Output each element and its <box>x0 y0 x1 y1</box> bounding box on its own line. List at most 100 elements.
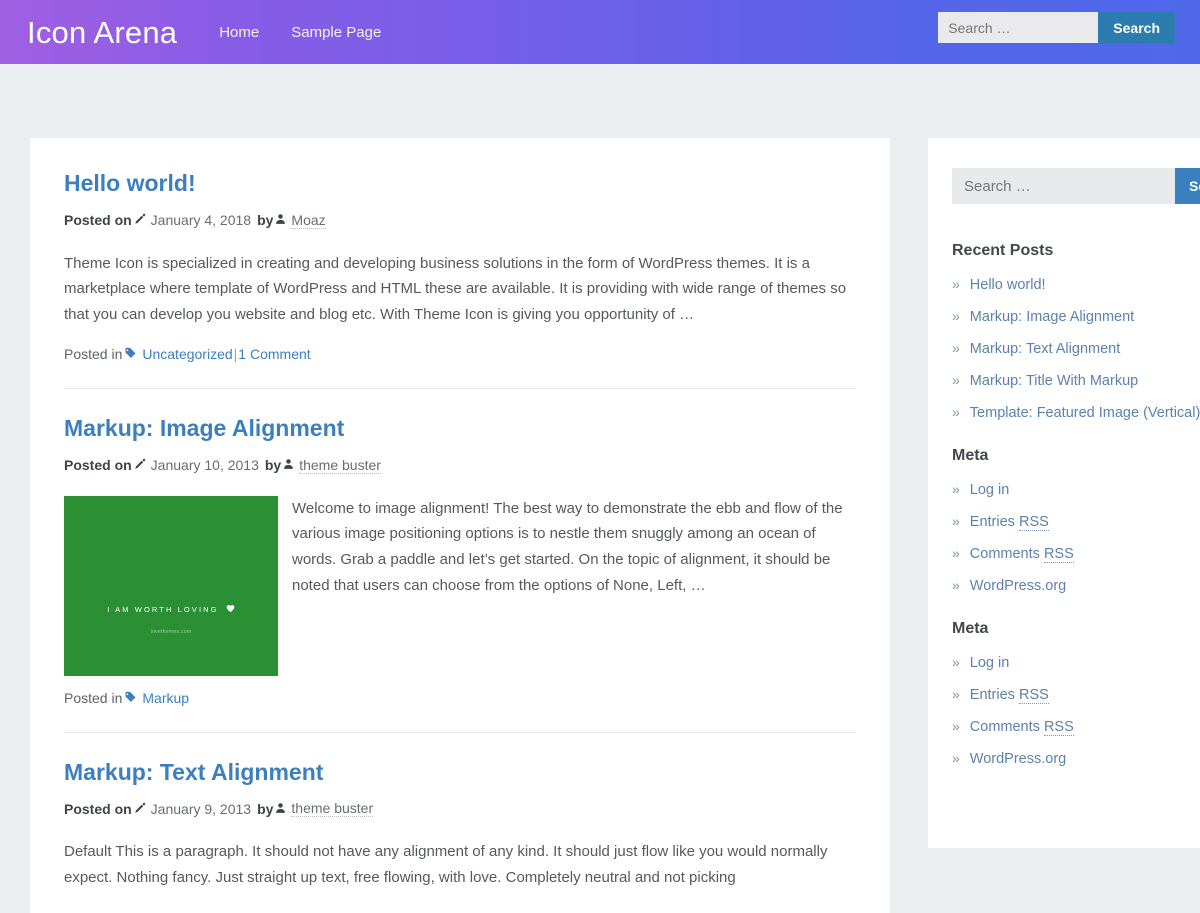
header-search-form: Search <box>938 12 1175 43</box>
posted-in-label: Posted in <box>64 689 123 706</box>
recent-post-link[interactable]: Hello world! <box>970 277 1046 293</box>
post-category-link[interactable]: Uncategorized <box>142 346 232 362</box>
rss-abbr: RSS <box>1043 546 1074 563</box>
chevron-double-right-icon: » <box>952 513 960 529</box>
post-footer: Posted in Markup <box>64 690 856 728</box>
featured-image-watermark: lovethemes.com <box>150 628 192 635</box>
list-item[interactable]: » Markup: Image Alignment <box>952 308 1178 325</box>
sidebar-search-form: Search <box>952 168 1200 204</box>
list-item[interactable]: » Log in <box>952 481 1178 498</box>
chevron-double-right-icon: » <box>952 654 960 670</box>
post-title: Hello world! <box>64 170 856 198</box>
post-excerpt: Default This is a paragraph. It should n… <box>64 843 828 886</box>
chevron-double-right-icon: » <box>952 577 960 593</box>
list-item[interactable]: » Hello world! <box>952 276 1178 293</box>
chevron-double-right-icon: » <box>952 750 960 766</box>
featured-image-caption-text: I AM WORTH LOVING <box>107 604 219 614</box>
list-item[interactable]: » Comments RSS <box>952 718 1178 736</box>
post-date: January 10, 2013 <box>150 457 259 474</box>
widget-meta-secondary: Meta » Log in » Entries RSS » Comments R… <box>952 620 1178 767</box>
meta-link-comments-rss[interactable]: Comments RSS <box>970 719 1074 736</box>
chevron-double-right-icon: » <box>952 545 960 561</box>
post-author-link[interactable]: theme buster <box>291 800 374 818</box>
recent-post-link[interactable]: Template: Featured Image (Vertical) <box>970 405 1200 421</box>
nav-item-sample-page[interactable]: Sample Page <box>275 18 397 47</box>
by-label: by <box>257 212 274 229</box>
nav-item-home[interactable]: Home <box>203 18 275 47</box>
list-item[interactable]: » Template: Featured Image (Vertical) <box>952 404 1200 421</box>
rss-abbr: RSS <box>1018 514 1049 531</box>
meta-link-entries-rss[interactable]: Entries RSS <box>970 687 1049 704</box>
user-icon <box>275 212 286 228</box>
meta-link-login[interactable]: Log in <box>970 482 1010 498</box>
meta-link-wordpress-org[interactable]: WordPress.org <box>970 751 1066 767</box>
list-item[interactable]: » Log in <box>952 654 1178 671</box>
recent-post-link[interactable]: Markup: Title With Markup <box>970 373 1138 389</box>
by-label: by <box>257 800 274 817</box>
site-title[interactable]: Icon Arena <box>27 17 177 48</box>
list-item[interactable]: » Markup: Text Alignment <box>952 340 1178 357</box>
pencil-icon <box>134 212 146 228</box>
post-title-link[interactable]: Markup: Text Alignment <box>64 759 323 785</box>
header-search-input[interactable] <box>938 12 1099 43</box>
widget-recent-posts: Recent Posts » Hello world! » Markup: Im… <box>952 242 1200 421</box>
post-date: January 4, 2018 <box>150 212 252 229</box>
tag-icon <box>124 690 137 706</box>
footer-separator: | <box>233 345 238 362</box>
sidebar: Search Recent Posts » Hello world! » Mar… <box>928 138 1200 848</box>
post-markup-image-alignment: Markup: Image Alignment Posted on Januar… <box>64 387 856 732</box>
post-title-link[interactable]: Hello world! <box>64 170 196 196</box>
post-title-link[interactable]: Markup: Image Alignment <box>64 415 344 441</box>
chevron-double-right-icon: » <box>952 308 960 324</box>
post-date: January 9, 2013 <box>150 800 252 817</box>
posted-on-label: Posted on <box>64 212 132 229</box>
user-icon <box>283 457 294 473</box>
sidebar-search-input[interactable] <box>952 168 1175 204</box>
primary-navigation: Home Sample Page <box>203 18 397 47</box>
rss-abbr: RSS <box>1043 719 1074 736</box>
tag-icon <box>124 346 137 362</box>
pencil-icon <box>134 457 146 473</box>
posted-in-label: Posted in <box>64 345 123 362</box>
featured-image[interactable]: I AM WORTH LOVING lovethemes.com <box>64 495 278 676</box>
list-item[interactable]: » WordPress.org <box>952 750 1178 767</box>
sidebar-search-button[interactable]: Search <box>1175 168 1200 204</box>
list-item[interactable]: » Markup: Title With Markup <box>952 372 1178 389</box>
widget-title: Recent Posts <box>952 242 1054 259</box>
list-item[interactable]: » Entries RSS <box>952 686 1178 704</box>
widget-meta-primary: Meta » Log in » Entries RSS » Comments R… <box>952 447 1178 594</box>
post-category-link[interactable]: Markup <box>142 690 189 706</box>
chevron-double-right-icon: » <box>952 718 960 734</box>
chevron-double-right-icon: » <box>952 481 960 497</box>
page-layout: Hello world! Posted on January 4, 2018 b… <box>0 64 1200 913</box>
main-content: Hello world! Posted on January 4, 2018 b… <box>30 138 890 913</box>
posted-on-label: Posted on <box>64 457 132 474</box>
header-search-button[interactable]: Search <box>1098 12 1175 43</box>
rss-abbr: RSS <box>1018 687 1049 704</box>
post-excerpt: Welcome to image alignment! The best way… <box>292 499 843 594</box>
post-meta: Posted on January 9, 2013 by theme buste… <box>64 800 856 818</box>
meta-link-login[interactable]: Log in <box>970 655 1010 671</box>
list-item[interactable]: » WordPress.org <box>952 577 1178 594</box>
recent-post-link[interactable]: Markup: Text Alignment <box>970 341 1120 357</box>
user-icon <box>275 801 286 817</box>
meta-link-wordpress-org[interactable]: WordPress.org <box>970 578 1066 594</box>
meta-list: » Log in » Entries RSS » Comments RSS » … <box>952 481 1178 594</box>
featured-image-caption: I AM WORTH LOVING <box>64 604 278 614</box>
heart-icon <box>226 604 235 613</box>
meta-link-comments-rss[interactable]: Comments RSS <box>970 546 1074 563</box>
post-author-link[interactable]: theme buster <box>299 457 381 474</box>
recent-posts-list: » Hello world! » Markup: Image Alignment… <box>952 276 1200 421</box>
list-item[interactable]: » Comments RSS <box>952 545 1178 563</box>
by-label: by <box>264 457 282 474</box>
recent-post-link[interactable]: Markup: Image Alignment <box>970 309 1134 325</box>
post-hello-world: Hello world! Posted on January 4, 2018 b… <box>64 170 856 388</box>
post-image-and-text: I AM WORTH LOVING lovethemes.com Welcome… <box>64 495 856 676</box>
chevron-double-right-icon: » <box>952 686 960 702</box>
meta-link-entries-rss[interactable]: Entries RSS <box>970 514 1049 531</box>
widget-title: Meta <box>952 447 989 464</box>
chevron-double-right-icon: » <box>952 276 960 292</box>
list-item[interactable]: » Entries RSS <box>952 513 1178 531</box>
post-comments-link[interactable]: 1 Comment <box>238 346 310 362</box>
post-author-link[interactable]: Moaz <box>291 212 326 229</box>
